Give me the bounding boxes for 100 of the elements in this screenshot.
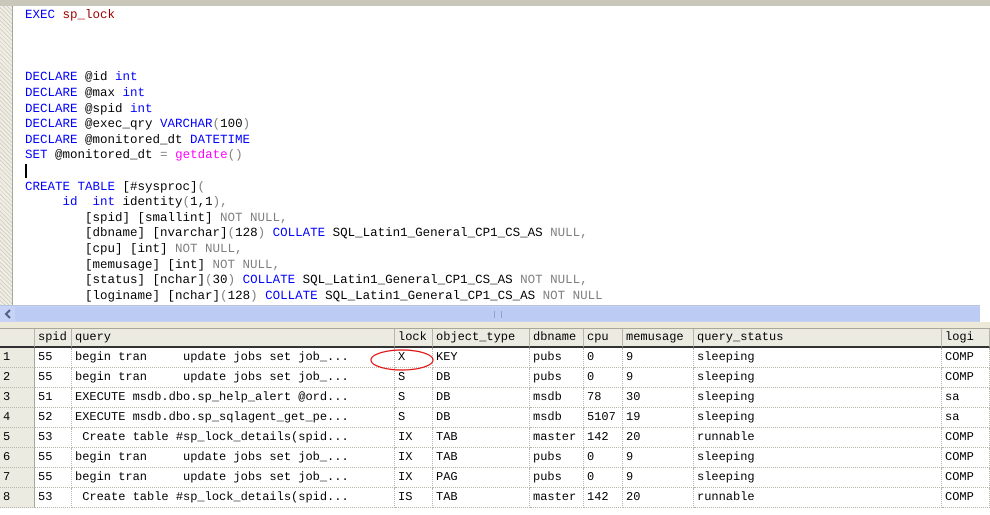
row-header[interactable]: 4 [0,408,35,428]
sql-editor[interactable] [0,0,990,305]
code-token: ), [212,195,228,210]
table-cell: 55 [35,448,72,468]
row-header[interactable]: 8 [0,488,35,508]
table-cell: 0 [584,448,623,468]
table-cell: TAB [433,448,530,468]
table-cell: pubs [530,348,584,368]
code-token: NULL, [550,226,588,240]
table-cell: TAB [433,428,530,448]
code-token: DECLARE [25,70,79,84]
code-token: @max [85,86,116,100]
table-cell: 53 [35,488,72,508]
code-token: DECLARE [25,132,79,147]
code-token: ( [205,273,213,288]
code-token: NOT NULL [542,288,603,303]
column-header[interactable]: query_status [694,329,942,348]
code-token: [memusage] [int] [84,258,206,272]
code-token: [loginame] [nchar] [84,288,220,303]
table-cell: msdb [530,408,584,428]
table-cell: EXECUTE msdb.dbo.sp_sqlagent_get_pe... [72,408,395,428]
table-cell: sa [942,388,990,408]
table-cell: PAG [433,468,530,488]
table-cell: EXECUTE msdb.dbo.sp_help_alert @ord... [72,388,395,408]
table-cell: COMP [942,348,990,368]
code-token: ( [212,117,220,132]
code-token: COLLATE [272,226,326,240]
table-cell: sleeping [694,388,942,408]
row-header[interactable]: 1 [0,348,35,368]
code-token: int [115,70,138,84]
table-cell: 20 [623,488,694,508]
scroll-thumb[interactable] [15,307,980,321]
table-cell: 0 [584,468,623,488]
table-cell: 9 [623,448,694,468]
row-header[interactable]: 6 [0,448,35,468]
table-cell: COMP [942,368,990,388]
code-token: SQL_Latin1_General_CP1_CS_AS [302,273,514,288]
column-header[interactable]: query [72,329,395,348]
table-cell: sleeping [694,468,942,488]
code-token: @spid [85,102,124,116]
code-token: [status] [nchar] [84,273,206,288]
table-cell: 0 [584,368,623,388]
table-cell: sleeping [694,348,942,368]
code-token: identity [122,195,183,210]
pane-splitter[interactable] [0,322,990,329]
table-cell: COMP [942,428,990,448]
code-token: 128 [228,288,250,303]
table-cell: 5107 [584,408,623,428]
column-header[interactable]: spid [35,329,72,348]
code-token: NOT NULL, [175,242,243,256]
table-cell: 0 [584,348,623,368]
scroll-left-icon[interactable] [3,309,13,319]
table-cell: IX [395,428,433,448]
column-header[interactable]: lock [395,329,433,348]
column-header[interactable]: object_type [433,329,530,348]
column-header[interactable]: dbname [530,329,584,348]
column-header[interactable]: memusage [623,329,694,348]
table-cell: COMP [942,488,990,508]
code-token: SQL_Latin1_General_CP1_CS_AS [325,288,536,303]
table-cell: pubs [530,468,584,488]
table-cell: COMP [942,448,990,468]
table-cell: sleeping [694,368,942,388]
row-header[interactable]: 3 [0,388,35,408]
code-token: 1,1 [190,195,213,210]
code-token: @monitored_dt [85,132,184,147]
code-token: ( [182,195,190,210]
horizontal-scrollbar[interactable] [0,305,980,322]
text-cursor [25,164,27,178]
code-token: VARCHAR [160,117,213,132]
table-cell: begin tran update jobs set job_... [72,368,395,388]
code-token: int [130,102,153,116]
code-token: DECLARE [25,117,79,132]
code-token: [#sysproc] [122,180,198,194]
table-cell: master [530,428,584,448]
code-token: DATETIME [190,132,250,147]
table-cell: msdb [530,388,584,408]
table-cell: 9 [623,348,694,368]
code-token: SQL_Latin1_General_CP1_CS_AS [332,226,544,240]
table-cell: S [395,408,433,428]
code-token: ) [228,273,236,288]
code-token: DECLARE [25,86,79,100]
column-header[interactable]: logi [942,329,990,348]
code-token: DECLARE [25,102,79,116]
table-cell: 55 [35,348,72,368]
table-cell: begin tran update jobs set job_... [72,448,395,468]
table-cell: sa [942,408,990,428]
row-header[interactable]: 7 [0,468,35,488]
table-cell: 78 [584,388,623,408]
code-token: [spid] [smallint] [84,210,214,225]
code-token: NOT NULL, [220,210,288,225]
table-cell: 53 [35,428,72,448]
table-cell: Create table #sp_lock_details(spid... [72,488,395,508]
row-header[interactable]: 5 [0,428,35,448]
code-token: 30 [212,273,228,288]
row-header[interactable]: 2 [0,368,35,388]
table-cell: sleeping [694,408,942,428]
code-token: = [160,148,169,162]
code-token: ) [250,288,259,303]
column-header[interactable]: cpu [584,329,623,348]
code-token: [cpu] [int] [84,242,169,256]
